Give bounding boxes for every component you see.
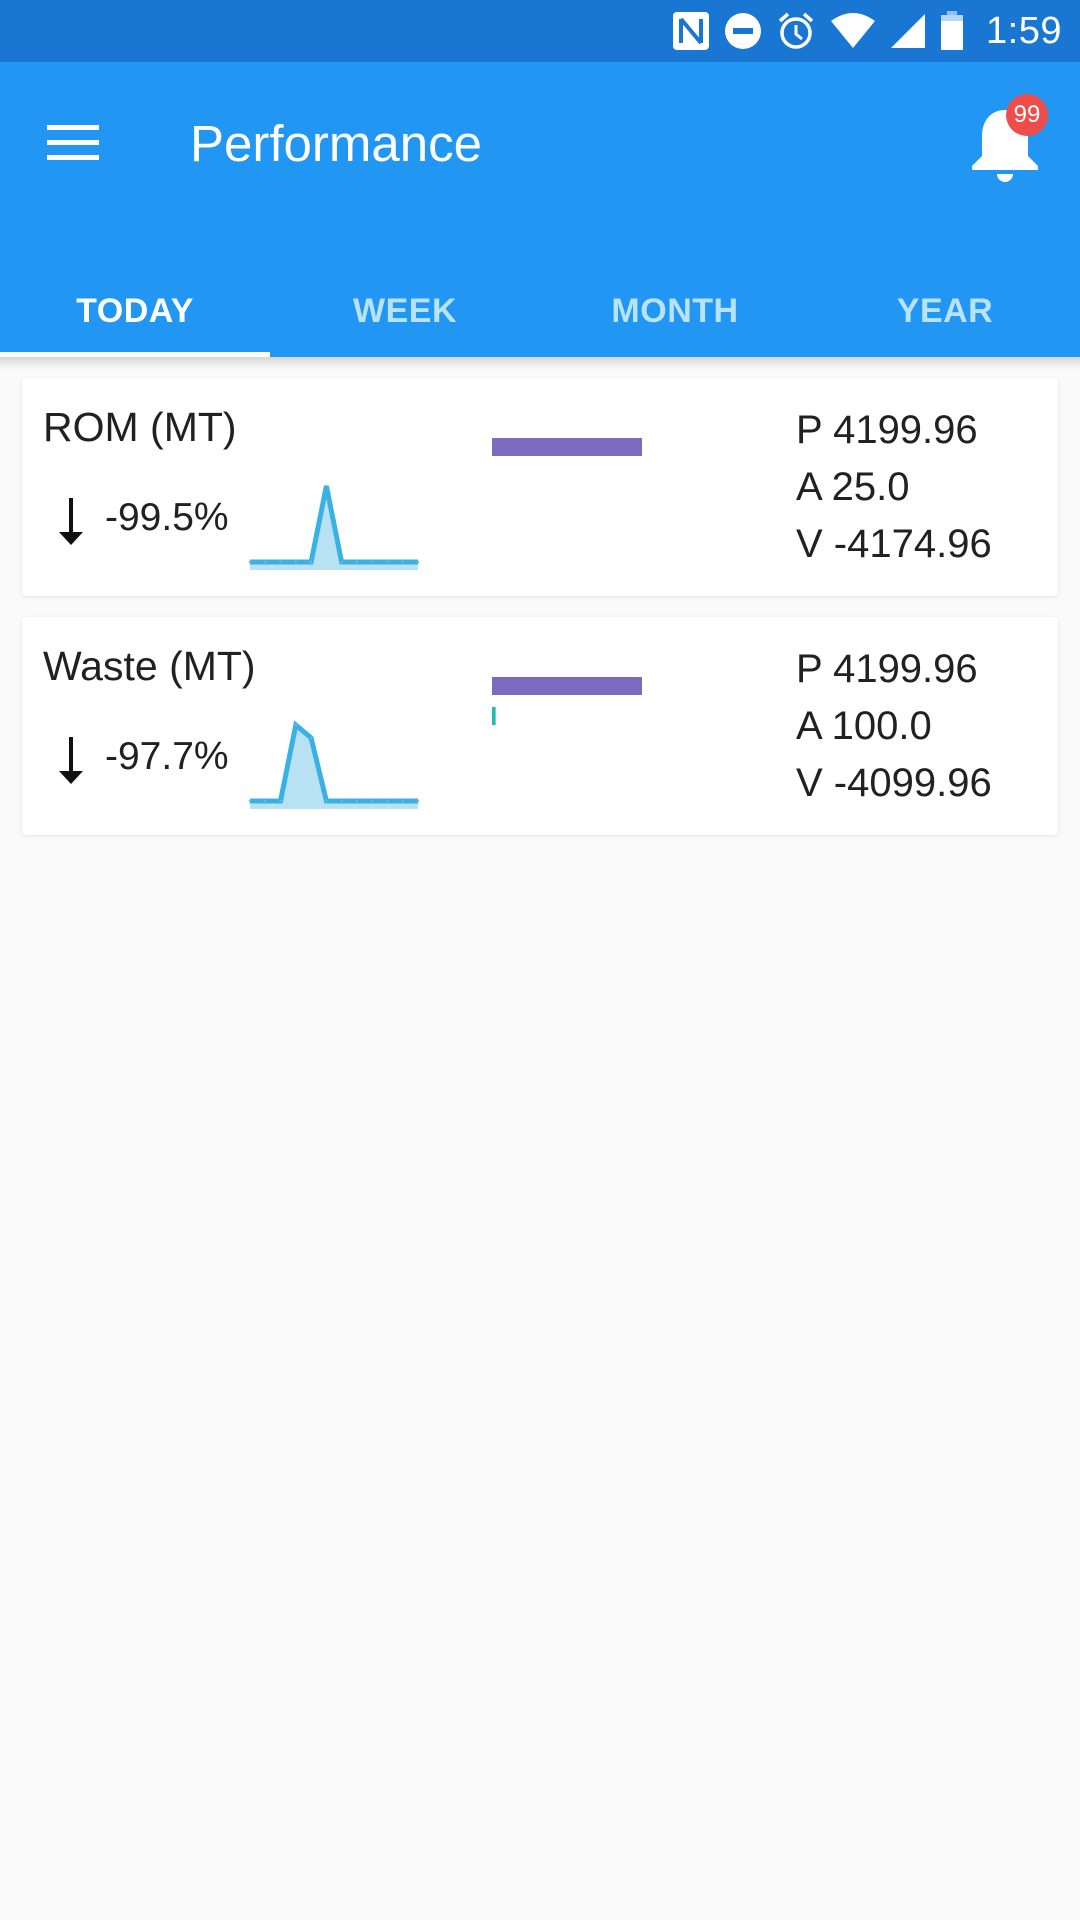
plan-actual-bar-chart: [492, 438, 642, 456]
plan-value: P 4199.96: [796, 408, 978, 452]
alarm-icon: [776, 11, 816, 51]
hamburger-menu-icon: [47, 124, 99, 167]
trend-value: -97.7%: [105, 735, 229, 778]
arrow-down-icon: [56, 498, 86, 546]
sparkline-point: [386, 560, 389, 564]
bell-icon: [960, 110, 1050, 192]
tab-month[interactable]: MONTH: [540, 292, 810, 357]
actual-value: A 100.0: [796, 704, 932, 748]
notification-badge: 99: [1006, 94, 1048, 136]
do-not-disturb-icon: [724, 12, 762, 50]
plan-actual-variance: P 4199.96 A 25.0 V -4174.96: [796, 402, 992, 573]
metric-card-rom[interactable]: ROM (MT) -99.5% P 4199.96 A 25.0 V -4174…: [22, 378, 1058, 596]
plan-actual-variance: P 4199.96 A 100.0 V -4099.96: [796, 641, 992, 812]
variance-value: V -4174.96: [796, 522, 992, 566]
status-time: 1:59: [986, 9, 1062, 52]
menu-button[interactable]: [40, 112, 106, 178]
sparkline-chart: [248, 484, 420, 570]
tab-week[interactable]: WEEK: [270, 292, 540, 357]
card-title: ROM (MT): [43, 404, 237, 450]
nfc-icon: [672, 11, 710, 51]
sparkline-point: [340, 560, 343, 564]
actual-value: A 25.0: [796, 465, 910, 509]
sparkline-point: [416, 560, 420, 564]
card-title: Waste (MT): [43, 643, 256, 689]
cell-signal-icon: [890, 13, 926, 49]
sparkline-point: [309, 560, 313, 564]
sparkline-point: [370, 560, 374, 564]
status-bar: 1:59: [0, 0, 1080, 62]
page-title: Performance: [190, 115, 482, 172]
app-bar-shadow: [0, 357, 1080, 369]
sparkline-point: [294, 723, 298, 727]
sparkline-point: [325, 799, 328, 803]
sparkline-point: [309, 736, 313, 740]
sparkline-area: [250, 725, 418, 809]
sparkline-point: [401, 560, 404, 564]
status-icons: 1:59: [672, 0, 1062, 62]
battery-icon: [940, 11, 964, 51]
tab-year[interactable]: YEAR: [810, 292, 1080, 357]
period-tabs: TODAY WEEK MONTH YEAR: [0, 292, 1080, 357]
trend-value: -99.5%: [105, 496, 229, 539]
plan-value: P 4199.96: [796, 647, 978, 691]
metric-card-waste[interactable]: Waste (MT) -97.7% P 4199.96 A 100.0 V -4…: [22, 617, 1058, 835]
tab-today[interactable]: TODAY: [0, 292, 270, 357]
sparkline-point: [355, 799, 359, 803]
sparkline-point: [386, 799, 389, 803]
sparkline-point: [279, 799, 282, 803]
sparkline-point: [248, 799, 252, 803]
variance-value: V -4099.96: [796, 761, 992, 805]
bar-a: [492, 707, 496, 725]
arrow-down-icon: [56, 737, 86, 785]
sparkline-point: [279, 560, 282, 564]
sparkline-point: [294, 560, 298, 564]
sparkline-point: [248, 560, 252, 564]
sparkline-line: [250, 720, 418, 804]
sparkline-chart: [248, 720, 420, 809]
sparkline-point: [370, 799, 374, 803]
bar-p: [492, 677, 642, 695]
sparkline-point: [325, 484, 328, 488]
sparkline-point: [401, 799, 404, 803]
sparkline-point: [264, 799, 267, 803]
bar-p: [492, 438, 642, 456]
plan-actual-bar-chart: [492, 677, 642, 725]
wifi-icon: [830, 13, 876, 49]
sparkline-point: [340, 799, 343, 803]
sparkline-point: [355, 560, 359, 564]
sparkline-point: [416, 799, 420, 803]
sparkline-point: [264, 560, 267, 564]
